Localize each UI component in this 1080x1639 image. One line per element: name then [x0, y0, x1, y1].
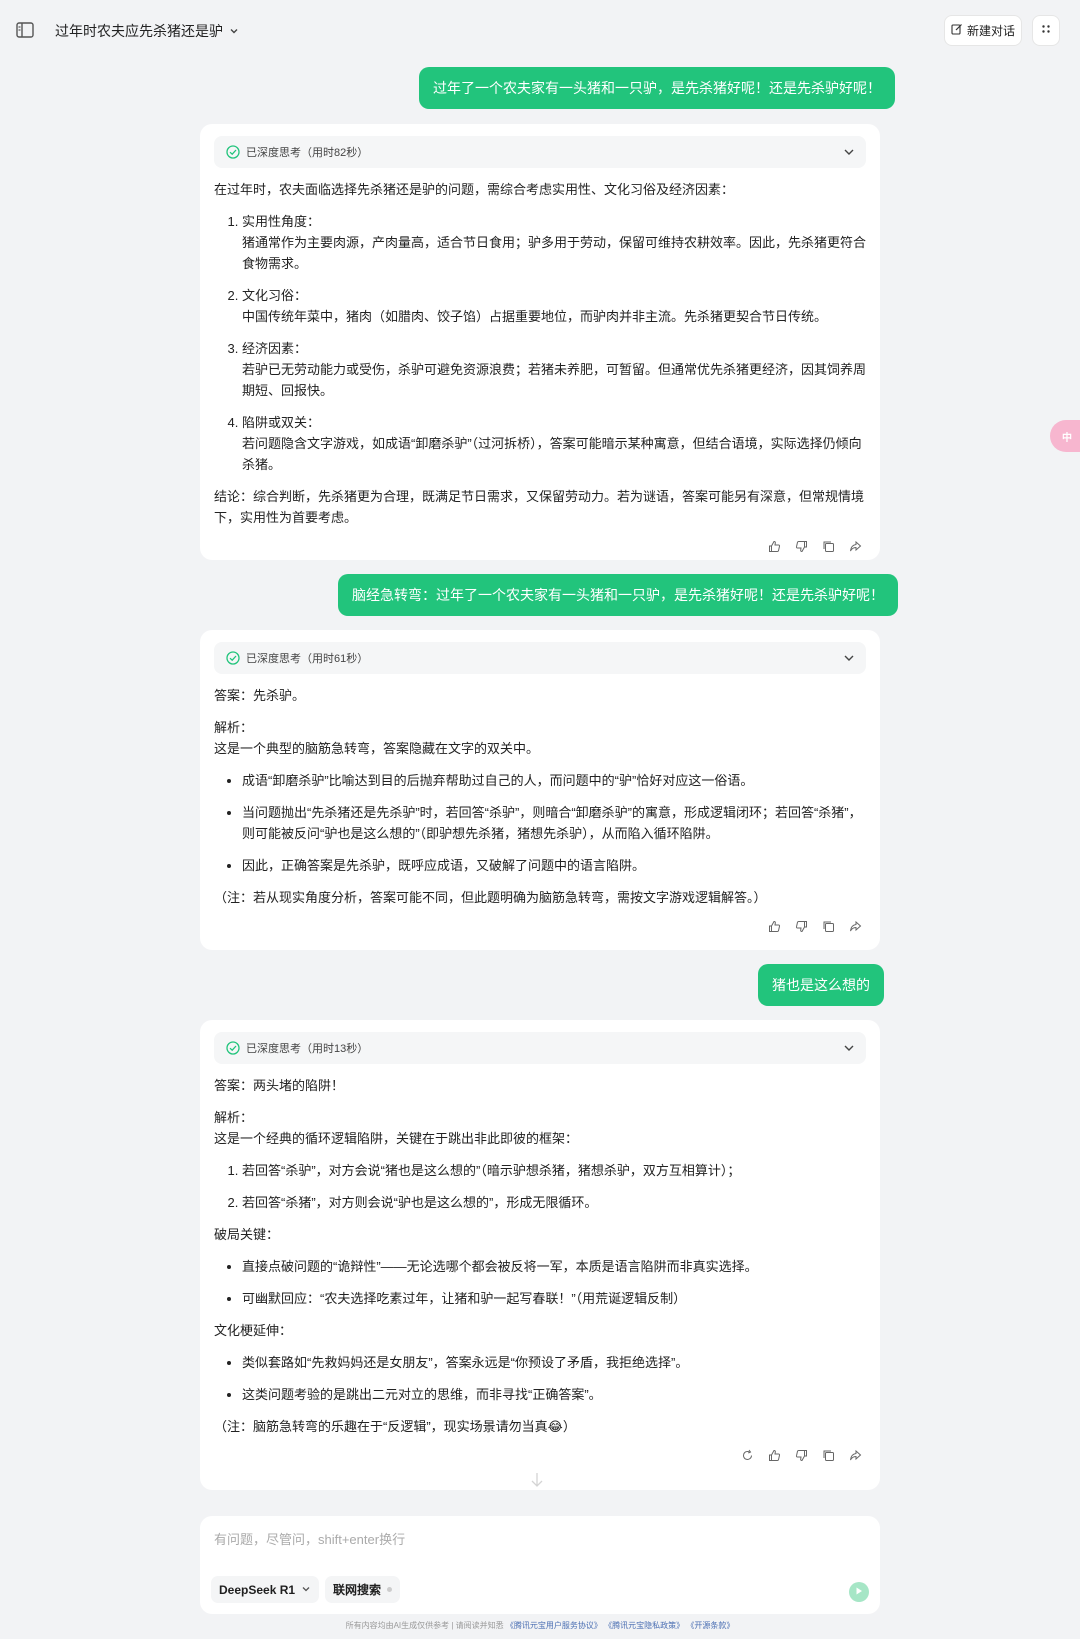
response-answer: 答案：先杀驴。	[214, 688, 306, 703]
thinking-toggle[interactable]: 已深度思考（用时82秒）	[214, 136, 866, 168]
ai-response-card: 已深度思考（用时61秒） 答案：先杀驴。 解析： 这是一个典型的脑筋急转弯，答案隐…	[200, 630, 880, 950]
sidebar-toggle-icon[interactable]	[14, 20, 36, 40]
send-button[interactable]	[849, 1582, 869, 1602]
thumbs-down-icon[interactable]	[793, 918, 810, 935]
thumbs-down-icon[interactable]	[793, 1447, 810, 1464]
response-conclusion: 结论：综合判断，先杀猪更为合理，既满足节日需求，又保留劳动力。若为谜语，答案可能…	[214, 489, 865, 525]
web-search-label: 联网搜索	[333, 1583, 382, 1597]
list-item: 当问题抛出“先杀猪还是先杀驴”时，若回答“杀驴”，则暗合“卸磨杀驴”的寓意，形成…	[242, 802, 866, 844]
user-message: 猪也是这么想的	[758, 964, 884, 1006]
new-chat-label: 新建对话	[966, 24, 1015, 38]
privacy-policy-link[interactable]: 《腾讯元宝隐私政策》	[604, 1621, 684, 1630]
section-title: 文化梗延伸：	[214, 1323, 293, 1338]
scroll-down-arrow-icon[interactable]	[530, 1472, 544, 1493]
toggle-dot-icon	[387, 1587, 393, 1592]
composer: DeepSeek R1 联网搜索	[200, 1516, 880, 1614]
thinking-label: 已深度思考（用时61秒）	[246, 653, 369, 665]
chevron-down-icon	[301, 1583, 311, 1597]
list-item: 这类问题考验的是跳出二元对立的思维，而非寻找“正确答案”。	[242, 1384, 866, 1405]
list-item: 实用性角度：猪通常作为主要肉源，产肉量高，适合节日食用；驴多用于劳动，保留可维持…	[242, 211, 866, 274]
top-bar: 过年时农夫应先杀猪还是驴 新建对话	[0, 0, 1080, 62]
list-item: 文化习俗：中国传统年菜中，猪肉（如腊肉、饺子馅）占据重要地位，而驴肉并非主流。先…	[242, 285, 866, 327]
copy-icon[interactable]	[820, 918, 837, 935]
footer-disclaimer: 所有内容均由AI生成仅供参考 | 请阅读并知悉 《腾讯元宝用户服务协议》 《腾讯…	[0, 1620, 1080, 1631]
edit-icon	[951, 23, 963, 38]
list-item: 若回答“杀猪”，对方则会说“驴也是这么想的”，形成无限循环。	[242, 1192, 866, 1213]
chevron-down-icon	[842, 145, 856, 159]
list-item: 因此，正确答案是先杀驴，既呼应成语，又破解了问题中的语言陷阱。	[242, 855, 866, 876]
response-intro: 在过年时，农夫面临选择先杀猪还是驴的问题，需综合考虑实用性、文化习俗及经济因素：	[214, 182, 735, 197]
check-circle-icon	[226, 651, 240, 665]
list-item: 类似套路如“先救妈妈还是女朋友”，答案永远是“你预设了矛盾，我拒绝选择”。	[242, 1352, 866, 1373]
thinking-label: 已深度思考（用时13秒）	[246, 1043, 369, 1055]
numbered-list: 实用性角度：猪通常作为主要肉源，产肉量高，适合节日食用；驴多用于劳动，保留可维持…	[214, 211, 866, 475]
list-item: 直接点破问题的“诡辩性”——无论选哪个都会被反将一军，本质是语言陷阱而非真实选择…	[242, 1256, 866, 1277]
conversation-title-text: 过年时农夫应先杀猪还是驴	[55, 23, 223, 39]
check-circle-icon	[226, 1041, 240, 1055]
bullet-list: 类似套路如“先救妈妈还是女朋友”，答案永远是“你预设了矛盾，我拒绝选择”。 这类…	[214, 1352, 866, 1405]
copy-icon[interactable]	[820, 1447, 837, 1464]
thumbs-up-icon[interactable]	[766, 918, 783, 935]
more-menu-button[interactable]	[1032, 15, 1060, 46]
thinking-label: 已深度思考（用时82秒）	[246, 147, 369, 159]
thinking-toggle[interactable]: 已深度思考（用时13秒）	[214, 1032, 866, 1064]
list-item: 若回答“杀驴”，对方会说“猪也是这么想的”（暗示驴想杀猪，猪想杀驴，双方互相算计…	[242, 1160, 866, 1181]
check-circle-icon	[226, 145, 240, 159]
thumbs-up-icon[interactable]	[766, 1447, 783, 1464]
ai-response-card: 已深度思考（用时13秒） 答案：两头堵的陷阱！ 解析： 这是一个经典的循环逻辑陷阱…	[200, 1020, 880, 1490]
send-arrow-icon	[854, 1583, 864, 1601]
thumbs-down-icon[interactable]	[793, 538, 810, 555]
response-note: （注：脑筋急转弯的乐趣在于“反逻辑”，现实场景请勿当真😂）	[214, 1419, 576, 1434]
conversation-title[interactable]: 过年时农夫应先杀猪还是驴	[55, 21, 239, 41]
section-title: 破局关键：	[214, 1227, 280, 1242]
bullet-list: 直接点破问题的“诡辩性”——无论选哪个都会被反将一军，本质是语言陷阱而非真实选择…	[214, 1256, 866, 1309]
share-icon[interactable]	[847, 1447, 864, 1464]
ai-response-body: 答案：先杀驴。 解析：这是一个典型的脑筋急转弯，答案隐藏在文字的双关中。 成语“…	[214, 685, 866, 908]
user-message: 脑经急转弯：过年了一个农夫家有一头猪和一只驴，是先杀猪好呢！还是先杀驴好呢！	[338, 574, 898, 616]
ai-response-card: 已深度思考（用时82秒） 在过年时，农夫面临选择先杀猪还是驴的问题，需综合考虑实…	[200, 124, 880, 560]
grid-dots-icon	[1040, 22, 1052, 40]
chevron-down-icon	[842, 1041, 856, 1055]
web-search-toggle[interactable]: 联网搜索	[325, 1576, 401, 1603]
list-item: 成语“卸磨杀驴”比喻达到目的后抛弃帮助过自己的人，而问题中的“驴”恰好对应这一俗…	[242, 770, 866, 791]
response-answer: 答案：两头堵的陷阱！	[214, 1078, 345, 1093]
side-float-widget[interactable]: 中	[1050, 420, 1080, 452]
response-analysis: 解析： 这是一个经典的循环逻辑陷阱，关键在于跳出非此即彼的框架：	[214, 1110, 579, 1146]
chat-input[interactable]	[214, 1528, 854, 1550]
response-note: （注：若从现实角度分析，答案可能不同，但此题明确为脑筋急转弯，需按文字游戏逻辑解…	[214, 890, 767, 905]
user-agreement-link[interactable]: 《腾讯元宝用户服务协议》	[506, 1621, 602, 1630]
list-item: 陷阱或双关：若问题隐含文字游戏，如成语“卸磨杀驴”（过河拆桥），答案可能暗示某种…	[242, 412, 866, 475]
thinking-toggle[interactable]: 已深度思考（用时61秒）	[214, 642, 866, 674]
share-icon[interactable]	[847, 918, 864, 935]
response-analysis: 解析： 这是一个典型的脑筋急转弯，答案隐藏在文字的双关中。	[214, 720, 540, 756]
open-source-link[interactable]: 《开源条款》	[686, 1621, 734, 1630]
response-actions	[214, 1437, 866, 1473]
chevron-down-icon	[229, 23, 239, 39]
model-label: DeepSeek R1	[219, 1582, 296, 1597]
user-message: 过年了一个农夫家有一头猪和一只驴，是先杀猪好呢！还是先杀驴好呢！	[419, 67, 895, 109]
chevron-down-icon	[842, 651, 856, 665]
regenerate-icon[interactable]	[739, 1447, 756, 1464]
response-actions	[214, 908, 866, 944]
response-actions	[214, 528, 866, 564]
list-item: 经济因素：若驴已无劳动能力或受伤，杀驴可避免资源浪费；若猪未养肥，可暂留。但通常…	[242, 338, 866, 401]
new-chat-button[interactable]: 新建对话	[944, 15, 1022, 46]
numbered-list: 若回答“杀驴”，对方会说“猪也是这么想的”（暗示驴想杀猪，猪想杀驴，双方互相算计…	[214, 1160, 866, 1213]
ai-response-body: 在过年时，农夫面临选择先杀猪还是驴的问题，需综合考虑实用性、文化习俗及经济因素：…	[214, 179, 866, 528]
footer-text: 所有内容均由AI生成仅供参考 | 请阅读并知悉	[345, 1621, 504, 1630]
side-float-label: 中	[1062, 432, 1072, 444]
thumbs-up-icon[interactable]	[766, 538, 783, 555]
ai-response-body: 答案：两头堵的陷阱！ 解析： 这是一个经典的循环逻辑陷阱，关键在于跳出非此即彼的框…	[214, 1075, 866, 1437]
copy-icon[interactable]	[820, 538, 837, 555]
share-icon[interactable]	[847, 538, 864, 555]
model-selector[interactable]: DeepSeek R1	[211, 1576, 320, 1603]
bullet-list: 成语“卸磨杀驴”比喻达到目的后抛弃帮助过自己的人，而问题中的“驴”恰好对应这一俗…	[214, 770, 866, 876]
list-item: 可幽默回应：“农夫选择吃素过年，让猪和驴一起写春联！”（用荒诞逻辑反制）	[242, 1288, 866, 1309]
